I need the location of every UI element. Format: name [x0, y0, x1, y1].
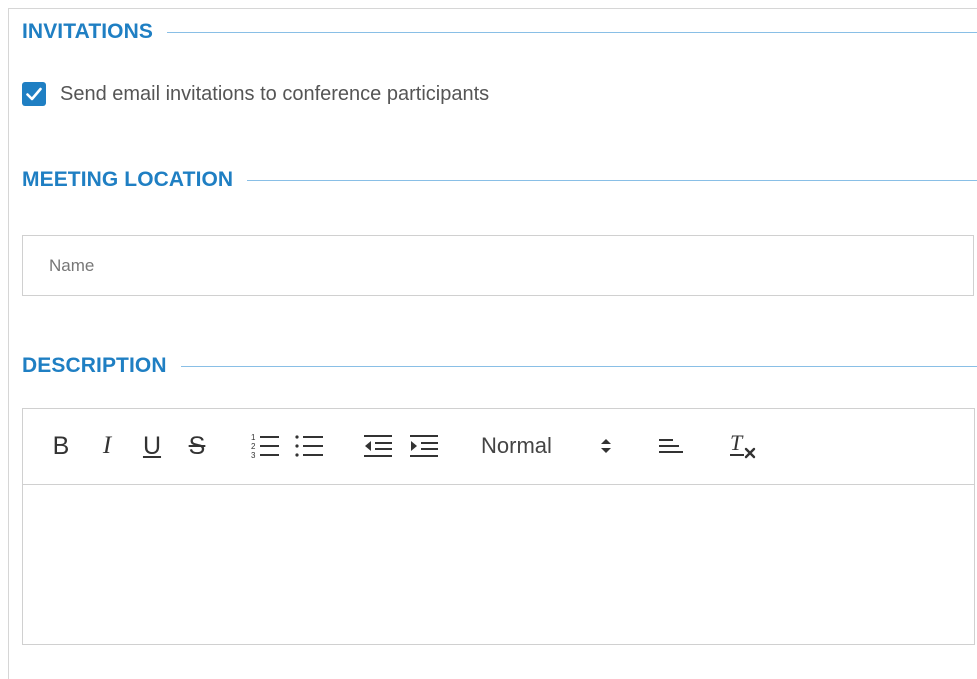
strikethrough-button[interactable]: S	[183, 429, 211, 463]
location-name-input[interactable]	[22, 235, 974, 296]
description-editor: B I U S 1 2 3 Normal T	[22, 408, 975, 645]
svg-text:T: T	[730, 430, 744, 455]
invitations-title: INVITATIONS	[22, 20, 153, 43]
align-icon	[659, 439, 683, 453]
description-title: DESCRIPTION	[22, 354, 167, 377]
ordered-list-button[interactable]: 1 2 3	[251, 429, 281, 463]
outdent-icon	[364, 435, 392, 457]
bullet-list-icon	[295, 435, 323, 457]
send-invitations-row[interactable]: Send email invitations to conference par…	[22, 81, 489, 107]
indent-button[interactable]	[409, 429, 439, 463]
section-divider	[167, 31, 977, 33]
description-content-area[interactable]	[23, 485, 974, 644]
bold-button[interactable]: B	[49, 429, 73, 463]
send-invitations-label[interactable]: Send email invitations to conference par…	[60, 83, 489, 106]
italic-button[interactable]: I	[95, 429, 119, 463]
invitations-section-header: INVITATIONS	[22, 19, 977, 45]
underline-icon: U	[142, 431, 162, 460]
italic-icon: I	[102, 432, 112, 459]
text-format-select[interactable]: Normal	[481, 429, 621, 463]
svg-text:3: 3	[251, 451, 256, 460]
section-divider	[247, 179, 977, 181]
select-arrows-icon	[601, 439, 611, 453]
send-invitations-checkbox[interactable]	[22, 82, 46, 106]
section-divider	[180, 365, 977, 367]
checkmark-icon	[26, 87, 42, 101]
strikethrough-icon: S	[188, 431, 206, 460]
svg-text:1: 1	[251, 433, 256, 442]
indent-icon	[410, 435, 438, 457]
clear-format-button[interactable]: T	[727, 429, 759, 463]
description-section-header: DESCRIPTION	[22, 353, 977, 379]
outdent-button[interactable]	[363, 429, 393, 463]
meeting-location-title: MEETING LOCATION	[22, 168, 234, 191]
bullet-list-button[interactable]	[295, 429, 325, 463]
meeting-location-section-header: MEETING LOCATION	[22, 167, 977, 193]
ordered-list-icon: 1 2 3	[251, 433, 279, 460]
editor-toolbar: B I U S 1 2 3 Normal T	[23, 409, 974, 485]
clear-format-icon: T	[730, 430, 756, 459]
svg-text:2: 2	[251, 442, 256, 451]
align-button[interactable]	[657, 429, 685, 463]
bold-icon: B	[52, 431, 70, 460]
underline-button[interactable]: U	[139, 429, 165, 463]
format-select-value: Normal	[481, 433, 552, 458]
